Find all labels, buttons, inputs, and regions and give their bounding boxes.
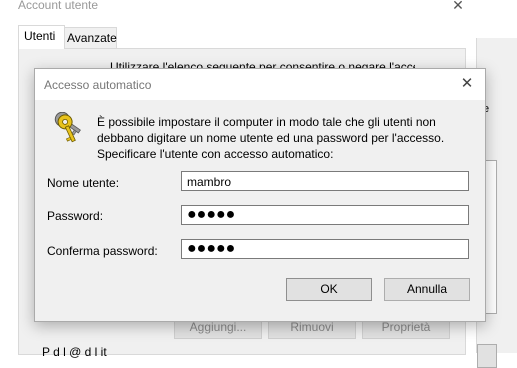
- dialog-description: È possibile impostare il computer in mod…: [97, 114, 477, 162]
- dialog-title: Accesso automatico: [44, 78, 152, 92]
- password-field[interactable]: ●●●●●: [181, 205, 469, 225]
- close-icon[interactable]: ✕: [450, 0, 466, 13]
- ok-button[interactable]: OK: [286, 278, 372, 301]
- description-line: È possibile impostare il computer in mod…: [97, 115, 436, 129]
- description-line: Specificare l'utente con accesso automat…: [97, 147, 334, 161]
- tab-avanzate[interactable]: Avanzate: [61, 27, 117, 48]
- dialog-titlebar: Accesso automatico ✕: [35, 69, 485, 100]
- username-field[interactable]: mambro: [181, 171, 469, 191]
- window-title: Account utente: [18, 0, 99, 12]
- accesso-automatico-dialog: Accesso automatico ✕ È possibile imposta…: [34, 68, 486, 322]
- cancel-button[interactable]: Annulla: [384, 278, 470, 301]
- confirm-password-label: Conferma password:: [47, 244, 158, 258]
- confirm-password-field[interactable]: ●●●●●: [181, 239, 469, 259]
- keys-icon: [54, 112, 81, 143]
- close-icon[interactable]: ✕: [455, 74, 479, 94]
- password-label: Password:: [47, 209, 104, 223]
- description-line: debbano digitare un nome utente ed una p…: [97, 131, 445, 145]
- bottom-text: P d l @ d l it: [42, 345, 107, 359]
- username-label: Nome utente:: [47, 176, 120, 190]
- tab-utenti[interactable]: Utenti: [18, 25, 65, 49]
- background-button-partial[interactable]: [477, 344, 497, 368]
